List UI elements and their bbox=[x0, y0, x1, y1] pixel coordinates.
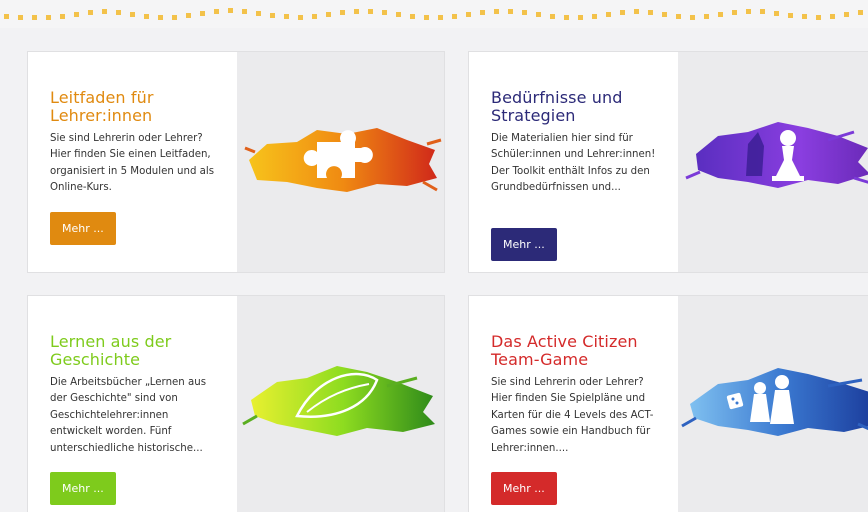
card-leitfaden: Leitfaden für Lehrer:innen Sie sind Lehr… bbox=[27, 51, 445, 273]
card-title[interactable]: Bedürfnisse und Strategien bbox=[491, 89, 656, 125]
card-beduerfnisse: Bedürfnisse und Strategien Die Materiali… bbox=[468, 51, 868, 273]
chess-pawn-icon bbox=[678, 52, 868, 272]
mehr-button[interactable]: Mehr ... bbox=[491, 228, 557, 261]
card-title[interactable]: Lernen aus der Geschichte bbox=[50, 333, 215, 369]
puzzle-icon bbox=[237, 52, 446, 272]
card-title[interactable]: Das Active Citizen Team-Game bbox=[491, 333, 656, 369]
game-pieces-icon bbox=[678, 296, 868, 512]
card-description: Die Arbeitsbücher „Lernen aus der Geschi… bbox=[50, 377, 206, 454]
mehr-button[interactable]: Mehr ... bbox=[50, 472, 116, 505]
card-lernen-geschichte: Lernen aus der Geschichte Die Arbeitsbüc… bbox=[27, 295, 445, 512]
mehr-button[interactable]: Mehr ... bbox=[491, 472, 557, 505]
card-description: Sie sind Lehrerin oder Lehrer? Hier find… bbox=[491, 377, 654, 454]
card-active-citizen: Das Active Citizen Team-Game Sie sind Le… bbox=[468, 295, 868, 512]
decorative-dotted-border bbox=[0, 0, 868, 28]
mehr-button[interactable]: Mehr ... bbox=[50, 212, 116, 245]
card-description: Sie sind Lehrerin oder Lehrer? Hier find… bbox=[50, 133, 215, 194]
card-description: Die Materialien hier sind für Schüler:in… bbox=[491, 133, 656, 194]
card-title[interactable]: Leitfaden für Lehrer:innen bbox=[50, 89, 215, 125]
leaf-icon bbox=[237, 296, 446, 512]
